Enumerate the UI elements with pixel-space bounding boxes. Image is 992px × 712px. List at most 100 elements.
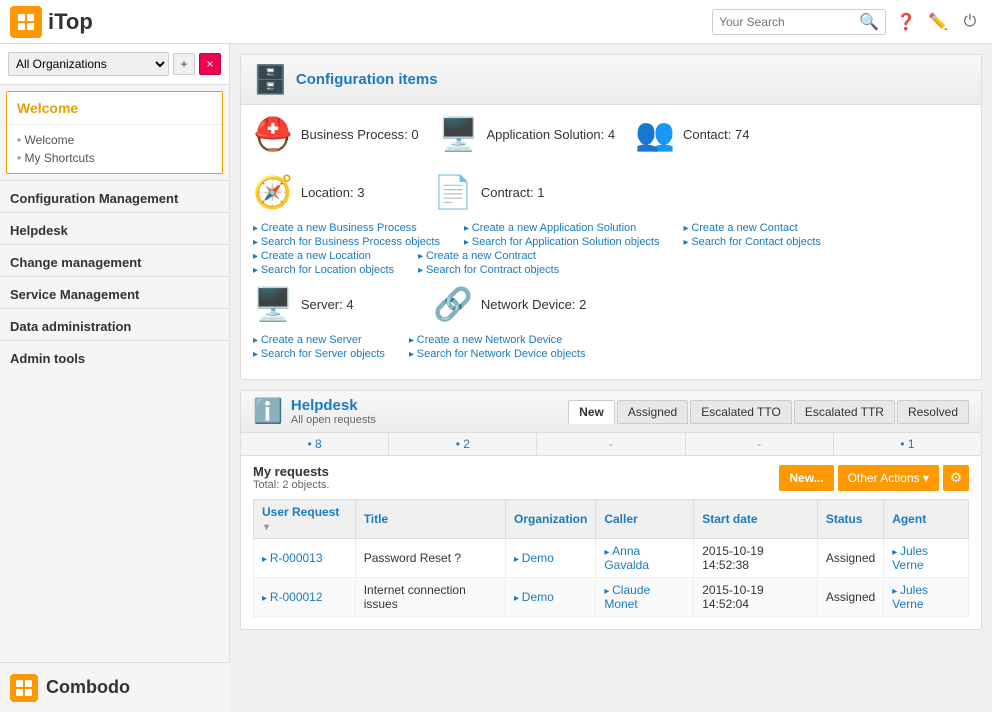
server-icon: 🖥️ <box>253 285 293 323</box>
table-body: R-000013 Password Reset ? Demo Anna Gava… <box>254 539 969 617</box>
welcome-link-welcome[interactable]: Welcome <box>17 131 212 149</box>
application-solution-links: Create a new Application Solution Search… <box>464 221 660 249</box>
tab-escalated-ttr[interactable]: Escalated TTR <box>794 400 895 424</box>
create-application-solution-link[interactable]: Create a new Application Solution <box>464 221 660 235</box>
create-business-process-link[interactable]: Create a new Business Process <box>253 221 440 235</box>
power-icon[interactable]: ⏻ <box>958 10 982 34</box>
logo-area: iTop <box>10 6 93 38</box>
col-user-request[interactable]: User Request ▾ <box>254 500 356 539</box>
count-resolved-link[interactable]: • 1 <box>900 437 914 451</box>
org-remove-btn[interactable]: × <box>199 53 221 75</box>
create-contract-link[interactable]: Create a new Contract <box>418 249 559 263</box>
col-status[interactable]: Status <box>817 500 883 539</box>
header-right: 🔍 ❓ ✏️ ⏻ <box>712 9 982 35</box>
org-add-btn[interactable]: + <box>173 53 195 75</box>
welcome-links: Welcome My Shortcuts <box>7 125 222 173</box>
welcome-section: Welcome Welcome My Shortcuts <box>6 91 223 174</box>
request-link-2[interactable]: R-000012 <box>262 590 323 604</box>
search-location-link[interactable]: Search for Location objects <box>253 263 394 277</box>
cell-agent-2: Jules Verne <box>884 578 969 617</box>
cell-org-2: Demo <box>505 578 595 617</box>
create-location-link[interactable]: Create a new Location <box>253 249 394 263</box>
business-process-links: Create a new Business Process Search for… <box>253 221 440 249</box>
cell-org-1: Demo <box>505 539 595 578</box>
sidebar-item-change-management[interactable]: Change management <box>0 244 229 276</box>
agent-link-2[interactable]: Jules Verne <box>892 583 928 611</box>
org-select[interactable]: All Organizations <box>8 52 169 76</box>
cell-id-2: R-000012 <box>254 578 356 617</box>
config-items-header: 🗄️ Configuration items <box>241 55 981 105</box>
new-request-button[interactable]: New... <box>779 465 833 491</box>
welcome-link-shortcuts[interactable]: My Shortcuts <box>17 149 212 167</box>
search-box[interactable]: 🔍 <box>712 9 886 35</box>
create-network-device-link[interactable]: Create a new Network Device <box>409 333 586 347</box>
location-label: Location: 3 <box>301 185 365 200</box>
col-start-date[interactable]: Start date <box>694 500 818 539</box>
sidebar-item-config-management[interactable]: Configuration Management <box>0 180 229 212</box>
search-input[interactable] <box>719 15 859 29</box>
other-actions-button[interactable]: Other Actions ▾ <box>838 465 939 491</box>
col-agent[interactable]: Agent <box>884 500 969 539</box>
application-solution-icon: 🖥️ <box>439 115 479 153</box>
tab-new[interactable]: New <box>568 400 615 424</box>
contract-label: Contract: 1 <box>481 185 545 200</box>
table-row: R-000013 Password Reset ? Demo Anna Gava… <box>254 539 969 578</box>
server-links: Create a new Server Search for Server ob… <box>253 333 385 361</box>
col-organization[interactable]: Organization <box>505 500 595 539</box>
contract-icon: 📄 <box>433 173 473 211</box>
tab-escalated-tto[interactable]: Escalated TTO <box>690 400 792 424</box>
sidebar-item-admin-tools[interactable]: Admin tools <box>0 340 229 372</box>
create-server-link[interactable]: Create a new Server <box>253 333 385 347</box>
sidebar-item-helpdesk[interactable]: Helpdesk <box>0 212 229 244</box>
search-server-link[interactable]: Search for Server objects <box>253 347 385 361</box>
search-icon[interactable]: 🔍 <box>859 12 879 32</box>
create-contact-link[interactable]: Create a new Contact <box>684 221 821 235</box>
contact-icon: 👥 <box>635 115 675 153</box>
contact-label: Contact: 74 <box>683 127 750 142</box>
network-device-label: Network Device: 2 <box>481 297 586 312</box>
search-business-process-link[interactable]: Search for Business Process objects <box>253 235 440 249</box>
count-resolved: • 1 <box>834 433 981 455</box>
footer-icon <box>10 674 38 702</box>
tab-assigned[interactable]: Assigned <box>617 400 688 424</box>
search-application-solution-link[interactable]: Search for Application Solution objects <box>464 235 660 249</box>
agent-link-1[interactable]: Jules Verne <box>892 544 928 572</box>
caller-link-1[interactable]: Anna Gavalda <box>604 544 649 572</box>
config-items-title: Configuration items <box>296 71 438 88</box>
cell-date-1: 2015-10-19 14:52:38 <box>694 539 818 578</box>
tab-resolved[interactable]: Resolved <box>897 400 969 424</box>
edit-icon[interactable]: ✏️ <box>926 10 950 34</box>
request-link-1[interactable]: R-000013 <box>262 551 323 565</box>
requests-title-group: My requests Total: 2 objects. <box>253 464 329 491</box>
org-link-1[interactable]: Demo <box>514 551 554 565</box>
cog-button[interactable]: ⚙ <box>943 465 969 491</box>
sidebar-item-service-management[interactable]: Service Management <box>0 276 229 308</box>
cell-title-2: Internet connection issues <box>355 578 505 617</box>
cell-id-1: R-000013 <box>254 539 356 578</box>
count-escalated-ttr: - <box>686 433 834 455</box>
search-contract-link[interactable]: Search for Contract objects <box>418 263 559 277</box>
welcome-header[interactable]: Welcome <box>7 92 222 125</box>
col-caller[interactable]: Caller <box>596 500 694 539</box>
stat-row-2: 🖥️ Server: 4 🔗 Network Device: 2 <box>253 285 969 323</box>
help-icon[interactable]: ❓ <box>894 10 918 34</box>
config-items-body: ⛑️ Business Process: 0 🖥️ Application So… <box>241 105 981 379</box>
search-network-device-link[interactable]: Search for Network Device objects <box>409 347 586 361</box>
helpdesk-header: ℹ️ Helpdesk All open requests New Assign… <box>241 391 981 433</box>
stat-contact: 👥 Contact: 74 <box>635 115 795 153</box>
count-new-link[interactable]: • 8 <box>307 437 321 451</box>
table-row: R-000012 Internet connection issues Demo… <box>254 578 969 617</box>
caller-link-2[interactable]: Claude Monet <box>604 583 650 611</box>
sidebar: All Organizations + × Welcome Welcome My… <box>0 44 230 712</box>
search-contact-link[interactable]: Search for Contact objects <box>684 235 821 249</box>
col-title[interactable]: Title <box>355 500 505 539</box>
location-icon: 🧭 <box>253 173 293 211</box>
cell-caller-1: Anna Gavalda <box>596 539 694 578</box>
sidebar-item-data-administration[interactable]: Data administration <box>0 308 229 340</box>
stat-server: 🖥️ Server: 4 <box>253 285 413 323</box>
org-link-2[interactable]: Demo <box>514 590 554 604</box>
requests-title: My requests <box>253 464 329 479</box>
count-assigned-link[interactable]: • 2 <box>456 437 470 451</box>
requests-table: User Request ▾ Title Organization Caller… <box>253 499 969 617</box>
cell-agent-1: Jules Verne <box>884 539 969 578</box>
